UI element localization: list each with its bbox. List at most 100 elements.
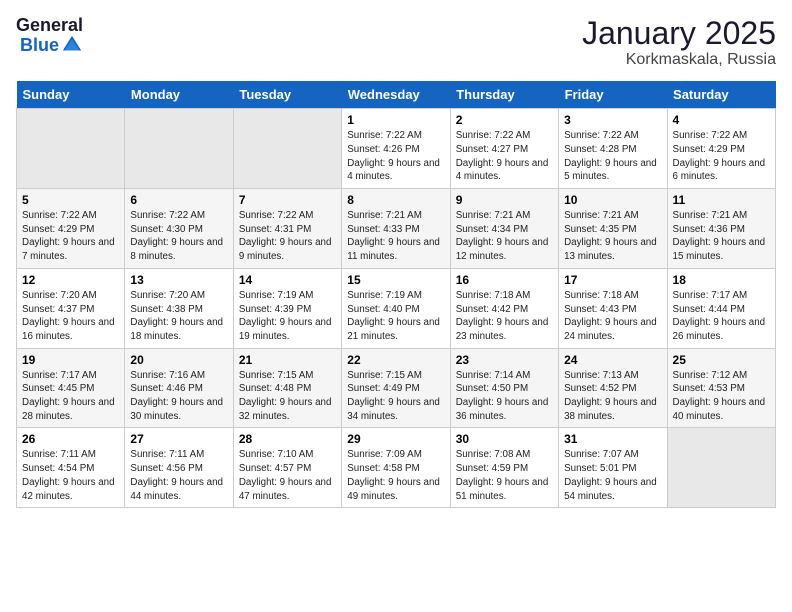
day-number: 5 <box>22 193 119 207</box>
logo-icon <box>61 34 83 56</box>
day-number: 26 <box>22 432 119 446</box>
calendar-cell: 30 Sunrise: 7:08 AMSunset: 4:59 PMDayligh… <box>450 428 558 508</box>
day-info: Sunrise: 7:22 AMSunset: 4:31 PMDaylight:… <box>239 209 336 264</box>
day-info: Sunrise: 7:22 AMSunset: 4:29 PMDaylight:… <box>22 209 119 264</box>
calendar-subtitle: Korkmaskala, Russia <box>582 51 776 69</box>
calendar-week-row: 12 Sunrise: 7:20 AMSunset: 4:37 PMDayligh… <box>17 268 776 348</box>
calendar-cell: 4 Sunrise: 7:22 AMSunset: 4:29 PMDaylight… <box>667 109 775 189</box>
calendar-cell: 26 Sunrise: 7:11 AMSunset: 4:54 PMDayligh… <box>17 428 125 508</box>
day-number: 1 <box>347 113 444 127</box>
day-info: Sunrise: 7:17 AMSunset: 4:45 PMDaylight:… <box>22 369 119 424</box>
day-info: Sunrise: 7:22 AMSunset: 4:30 PMDaylight:… <box>130 209 227 264</box>
calendar-cell: 8 Sunrise: 7:21 AMSunset: 4:33 PMDaylight… <box>342 189 450 269</box>
day-info: Sunrise: 7:12 AMSunset: 4:53 PMDaylight:… <box>673 369 770 424</box>
day-info: Sunrise: 7:21 AMSunset: 4:34 PMDaylight:… <box>456 209 553 264</box>
day-info: Sunrise: 7:22 AMSunset: 4:29 PMDaylight:… <box>673 129 770 184</box>
weekday-header: Saturday <box>667 81 775 109</box>
calendar-cell: 27Sunrise: 7:11 AMSunset: 4:56 PMDayligh… <box>125 428 233 508</box>
calendar-cell: 5 Sunrise: 7:22 AMSunset: 4:29 PMDaylight… <box>17 189 125 269</box>
day-number: 10 <box>564 193 661 207</box>
day-info: Sunrise: 7:20 AMSunset: 4:37 PMDaylight:… <box>22 289 119 344</box>
calendar-cell: 3Sunrise: 7:22 AMSunset: 4:28 PMDaylight… <box>559 109 667 189</box>
day-number: 15 <box>347 273 444 287</box>
calendar-cell <box>233 109 341 189</box>
calendar-cell <box>667 428 775 508</box>
calendar-cell: 25Sunrise: 7:12 AMSunset: 4:53 PMDayligh… <box>667 348 775 428</box>
calendar-cell: 15 Sunrise: 7:19 AMSunset: 4:40 PMDayligh… <box>342 268 450 348</box>
day-info: Sunrise: 7:20 AMSunset: 4:38 PMDaylight:… <box>130 289 227 344</box>
day-number: 30 <box>456 432 553 446</box>
day-info: Sunrise: 7:17 AMSunset: 4:44 PMDaylight:… <box>673 289 770 344</box>
day-info: Sunrise: 7:21 AMSunset: 4:36 PMDaylight:… <box>673 209 770 264</box>
page-header: General Blue January 2025 Korkmaskala, R… <box>16 16 776 69</box>
calendar-cell: 7 Sunrise: 7:22 AMSunset: 4:31 PMDaylight… <box>233 189 341 269</box>
calendar-cell: 14Sunrise: 7:19 AMSunset: 4:39 PMDayligh… <box>233 268 341 348</box>
calendar-cell: 6 Sunrise: 7:22 AMSunset: 4:30 PMDaylight… <box>125 189 233 269</box>
day-info: Sunrise: 7:15 AMSunset: 4:48 PMDaylight:… <box>239 369 336 424</box>
day-number: 9 <box>456 193 553 207</box>
day-info: Sunrise: 7:10 AMSunset: 4:57 PMDaylight:… <box>239 448 336 503</box>
day-number: 13 <box>130 273 227 287</box>
logo-blue: Blue <box>20 36 59 54</box>
calendar-table: SundayMondayTuesdayWednesdayThursdayFrid… <box>16 81 776 508</box>
calendar-title: January 2025 <box>582 16 776 51</box>
day-info: Sunrise: 7:18 AMSunset: 4:43 PMDaylight:… <box>564 289 661 344</box>
day-number: 12 <box>22 273 119 287</box>
weekday-header: Monday <box>125 81 233 109</box>
day-info: Sunrise: 7:18 AMSunset: 4:42 PMDaylight:… <box>456 289 553 344</box>
calendar-cell: 10 Sunrise: 7:21 AMSunset: 4:35 PMDayligh… <box>559 189 667 269</box>
calendar-cell: 19Sunrise: 7:17 AMSunset: 4:45 PMDayligh… <box>17 348 125 428</box>
logo: General Blue <box>16 16 83 56</box>
day-info: Sunrise: 7:19 AMSunset: 4:40 PMDaylight:… <box>347 289 444 344</box>
day-info: Sunrise: 7:22 AMSunset: 4:26 PMDaylight:… <box>347 129 444 184</box>
calendar-cell: 2Sunrise: 7:22 AMSunset: 4:27 PMDaylight… <box>450 109 558 189</box>
day-number: 7 <box>239 193 336 207</box>
day-info: Sunrise: 7:16 AMSunset: 4:46 PMDaylight:… <box>130 369 227 424</box>
day-number: 18 <box>673 273 770 287</box>
weekday-header: Sunday <box>17 81 125 109</box>
logo-general: General <box>16 16 83 34</box>
weekday-header: Friday <box>559 81 667 109</box>
calendar-week-row: 19Sunrise: 7:17 AMSunset: 4:45 PMDayligh… <box>17 348 776 428</box>
calendar-cell: 11 Sunrise: 7:21 AMSunset: 4:36 PMDayligh… <box>667 189 775 269</box>
calendar-cell: 31Sunrise: 7:07 AMSunset: 5:01 PMDayligh… <box>559 428 667 508</box>
calendar-cell: 12 Sunrise: 7:20 AMSunset: 4:37 PMDayligh… <box>17 268 125 348</box>
day-number: 22 <box>347 353 444 367</box>
calendar-cell: 21Sunrise: 7:15 AMSunset: 4:48 PMDayligh… <box>233 348 341 428</box>
day-number: 29 <box>347 432 444 446</box>
calendar-cell: 17 Sunrise: 7:18 AMSunset: 4:43 PMDayligh… <box>559 268 667 348</box>
day-info: Sunrise: 7:08 AMSunset: 4:59 PMDaylight:… <box>456 448 553 503</box>
day-info: Sunrise: 7:15 AMSunset: 4:49 PMDaylight:… <box>347 369 444 424</box>
day-number: 6 <box>130 193 227 207</box>
calendar-cell: 1 Sunrise: 7:22 AMSunset: 4:26 PMDaylight… <box>342 109 450 189</box>
weekday-header: Tuesday <box>233 81 341 109</box>
calendar-cell: 20 Sunrise: 7:16 AMSunset: 4:46 PMDayligh… <box>125 348 233 428</box>
day-number: 11 <box>673 193 770 207</box>
day-number: 17 <box>564 273 661 287</box>
calendar-week-row: 1 Sunrise: 7:22 AMSunset: 4:26 PMDaylight… <box>17 109 776 189</box>
day-info: Sunrise: 7:21 AMSunset: 4:33 PMDaylight:… <box>347 209 444 264</box>
calendar-cell: 24 Sunrise: 7:13 AMSunset: 4:52 PMDayligh… <box>559 348 667 428</box>
day-number: 8 <box>347 193 444 207</box>
day-number: 2 <box>456 113 553 127</box>
day-number: 24 <box>564 353 661 367</box>
calendar-cell: 9 Sunrise: 7:21 AMSunset: 4:34 PMDaylight… <box>450 189 558 269</box>
calendar-cell: 28Sunrise: 7:10 AMSunset: 4:57 PMDayligh… <box>233 428 341 508</box>
calendar-cell: 16Sunrise: 7:18 AMSunset: 4:42 PMDayligh… <box>450 268 558 348</box>
calendar-cell: 23Sunrise: 7:14 AMSunset: 4:50 PMDayligh… <box>450 348 558 428</box>
day-number: 14 <box>239 273 336 287</box>
weekday-header-row: SundayMondayTuesdayWednesdayThursdayFrid… <box>17 81 776 109</box>
day-info: Sunrise: 7:13 AMSunset: 4:52 PMDaylight:… <box>564 369 661 424</box>
day-info: Sunrise: 7:21 AMSunset: 4:35 PMDaylight:… <box>564 209 661 264</box>
day-number: 31 <box>564 432 661 446</box>
title-block: January 2025 Korkmaskala, Russia <box>582 16 776 69</box>
day-info: Sunrise: 7:11 AMSunset: 4:54 PMDaylight:… <box>22 448 119 503</box>
day-number: 20 <box>130 353 227 367</box>
calendar-week-row: 26 Sunrise: 7:11 AMSunset: 4:54 PMDayligh… <box>17 428 776 508</box>
day-info: Sunrise: 7:14 AMSunset: 4:50 PMDaylight:… <box>456 369 553 424</box>
day-number: 4 <box>673 113 770 127</box>
day-number: 3 <box>564 113 661 127</box>
weekday-header: Wednesday <box>342 81 450 109</box>
calendar-cell: 22 Sunrise: 7:15 AMSunset: 4:49 PMDayligh… <box>342 348 450 428</box>
calendar-cell <box>17 109 125 189</box>
